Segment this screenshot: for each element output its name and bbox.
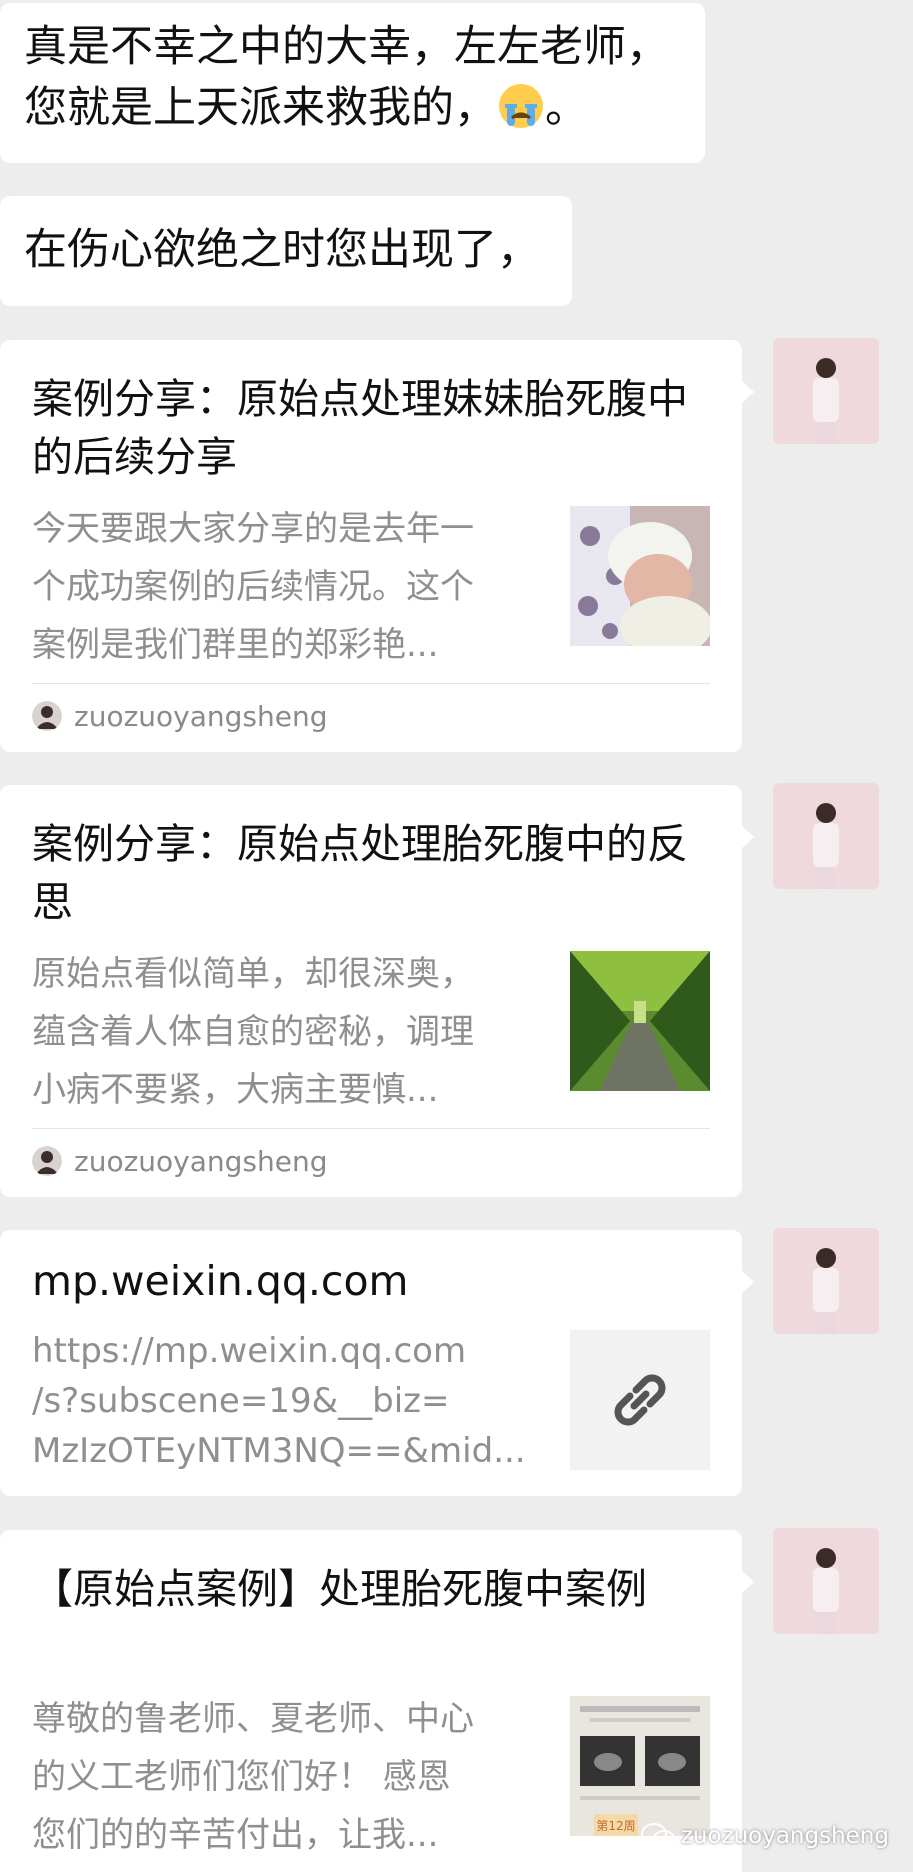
article-description: 原始点看似简单，却很深奥， 蕴含着人体自愈的密秘，调理 小病不要紧，大病主要慎.… — [32, 954, 474, 1110]
avatar[interactable] — [773, 1528, 879, 1634]
message-text: 您就是上天派来救我的， — [24, 83, 497, 133]
account-avatar-icon — [32, 701, 62, 731]
link-thumbnail — [570, 1330, 710, 1470]
article-description: 今天要跟大家分享的是去年一 个成功案例的后续情况。这个 案例是我们群里的郑彩艳.… — [32, 509, 474, 665]
account-name: zuozuoyangsheng — [74, 699, 328, 733]
avatar[interactable] — [773, 338, 879, 444]
watermark-text: zuozuoyangsheng — [680, 1823, 889, 1849]
article-thumbnail — [570, 951, 710, 1091]
message-bubble[interactable]: 真是不幸之中的大幸，左左老师， 您就是上天派来救我的， 。 — [0, 3, 705, 163]
message-text-line: 真是不幸之中的大幸，左左老师， — [24, 22, 669, 72]
avatar[interactable] — [773, 783, 879, 889]
article-title: 案例分享：原始点处理妹妹胎死腹中的后续分享 — [32, 375, 688, 481]
link-icon — [614, 1374, 666, 1426]
thumb-caption: 第12周 — [596, 1819, 635, 1833]
article-source[interactable]: zuozuoyangsheng — [32, 696, 327, 736]
article-card[interactable]: 案例分享：原始点处理妹妹胎死腹中的后续分享 今天要跟大家分享的是去年一 个成功案… — [0, 340, 754, 752]
divider — [32, 683, 710, 684]
avatar[interactable] — [773, 1228, 879, 1334]
article-card[interactable]: 【原始点案例】处理胎死腹中案例 尊敬的鲁老师、夏老师、中心 的义工老师们您们好！… — [0, 1530, 754, 1872]
article-thumbnail: 第12周 — [570, 1696, 710, 1836]
article-title: 案例分享：原始点处理胎死腹中的反思 — [32, 820, 688, 926]
account-avatar-icon — [32, 1146, 62, 1176]
link-card[interactable]: mp.weixin.qq.com https://mp.weixin.qq.co… — [0, 1230, 754, 1496]
article-card[interactable]: 案例分享：原始点处理胎死腹中的反思 原始点看似简单，却很深奥， 蕴含着人体自愈的… — [0, 785, 754, 1197]
divider — [32, 1128, 710, 1129]
message-text: 在伤心欲绝之时您出现了， — [24, 225, 540, 275]
article-description: 尊敬的鲁老师、夏老师、中心 的义工老师们您们好！ 感恩 您们的的辛苦付出，让我.… — [32, 1699, 474, 1855]
article-thumbnail — [570, 506, 710, 646]
message-text-line: 您就是上天派来救我的， 。 — [24, 78, 681, 139]
link-title: mp.weixin.qq.com — [32, 1257, 409, 1305]
link-url: https://mp.weixin.qq.com /s?subscene=19&… — [32, 1331, 526, 1471]
article-source[interactable]: zuozuoyangsheng — [32, 1141, 327, 1181]
article-title: 【原始点案例】处理胎死腹中案例 — [32, 1565, 647, 1613]
message-bubble[interactable]: 在伤心欲绝之时您出现了， — [0, 196, 572, 306]
account-name: zuozuoyangsheng — [74, 1144, 328, 1178]
wechat-icon — [640, 1823, 675, 1848]
message-text: 。 — [545, 83, 588, 133]
watermark: zuozuoyangsheng — [640, 1822, 889, 1850]
crying-face-icon — [499, 84, 543, 128]
